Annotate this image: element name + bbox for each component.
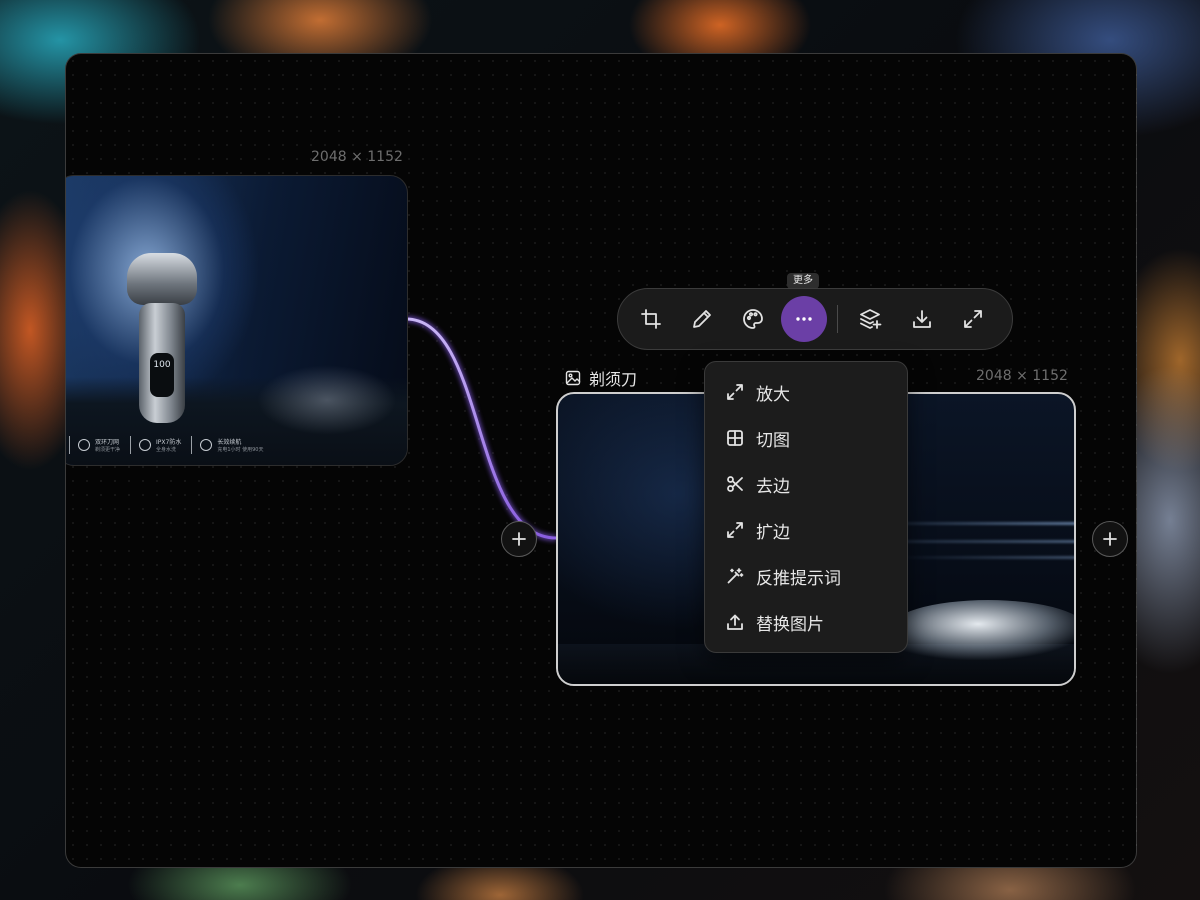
canvas-frame[interactable]: 2048 × 1152 100 双环刀网 剃须更干净 IPX7防水 全身水洗 长效续… xyxy=(65,53,1137,868)
plus-icon xyxy=(1103,532,1117,546)
menu-item-reverse-prompt[interactable]: 反推提示词 xyxy=(705,553,907,599)
feature-item: 长效续航 充电1小时 使用90天 xyxy=(191,436,263,454)
node-toolbar xyxy=(617,288,1013,350)
menu-item-upscale[interactable]: 放大 xyxy=(705,369,907,415)
scissors-icon xyxy=(727,476,743,492)
download-icon xyxy=(913,310,931,328)
menu-item-label: 切图 xyxy=(756,430,790,451)
menu-item-label: 反推提示词 xyxy=(756,568,841,589)
menu-item-expand[interactable]: 扩边 xyxy=(705,507,907,553)
edit-button[interactable] xyxy=(679,296,725,342)
more-menu: 放大 切图 去边 扩边 反推提示词 替换图片 xyxy=(704,361,908,653)
fullscreen-icon xyxy=(964,310,982,328)
more-button[interactable] xyxy=(781,296,827,342)
tooltip-more: 更多 xyxy=(787,273,819,289)
plus-icon xyxy=(512,532,526,546)
menu-item-remove-edge[interactable]: 去边 xyxy=(705,461,907,507)
magic-wand-icon xyxy=(727,568,744,584)
layers-add-button[interactable] xyxy=(848,296,894,342)
image-foam xyxy=(888,600,1074,660)
upscale-icon xyxy=(727,384,743,400)
feature-item: IPX7防水 全身水洗 xyxy=(130,436,181,454)
shaver-display: 100 xyxy=(150,353,174,397)
add-output-button[interactable] xyxy=(1092,521,1128,557)
add-input-button[interactable] xyxy=(501,521,537,557)
palette-icon xyxy=(743,309,763,329)
image-mist xyxy=(257,365,397,435)
blade-icon xyxy=(78,439,90,451)
crop-icon xyxy=(641,309,661,329)
menu-item-label: 扩边 xyxy=(756,522,790,543)
water-drop-icon xyxy=(139,439,152,451)
expand-icon xyxy=(727,522,743,538)
color-button[interactable] xyxy=(730,296,776,342)
menu-item-slice[interactable]: 切图 xyxy=(705,415,907,461)
crop-button[interactable] xyxy=(628,296,674,342)
upload-icon xyxy=(727,614,743,630)
menu-item-replace-image[interactable]: 替换图片 xyxy=(705,599,907,645)
image-dimensions: 2048 × 1152 xyxy=(311,149,403,165)
layers-add-icon xyxy=(860,309,882,329)
menu-item-label: 替换图片 xyxy=(756,614,824,635)
grid-slice-icon xyxy=(727,430,743,446)
node-title-label: 剃须刀 xyxy=(589,370,638,389)
fullscreen-button[interactable] xyxy=(950,296,996,342)
feature-strip: 双环刀网 剃须更干净 IPX7防水 全身水洗 长效续航 充电1小时 使用90天 xyxy=(69,433,397,457)
menu-item-label: 去边 xyxy=(756,476,790,497)
more-icon xyxy=(796,317,812,321)
pencil-icon xyxy=(693,310,711,328)
image-dimensions: 2048 × 1152 xyxy=(976,368,1068,384)
feature-item: 双环刀网 剃须更干净 xyxy=(69,436,120,454)
download-button[interactable] xyxy=(899,296,945,342)
image-node-shaver-ad[interactable]: 100 双环刀网 剃须更干净 IPX7防水 全身水洗 长效续航 充电1小时 使用90天 xyxy=(66,175,408,466)
shaver-product: 100 xyxy=(127,253,197,423)
toolbar-divider xyxy=(837,305,838,333)
battery-icon xyxy=(200,439,213,451)
menu-item-label: 放大 xyxy=(756,384,790,405)
image-icon xyxy=(565,370,581,386)
node-title: 剃须刀 xyxy=(565,366,637,390)
